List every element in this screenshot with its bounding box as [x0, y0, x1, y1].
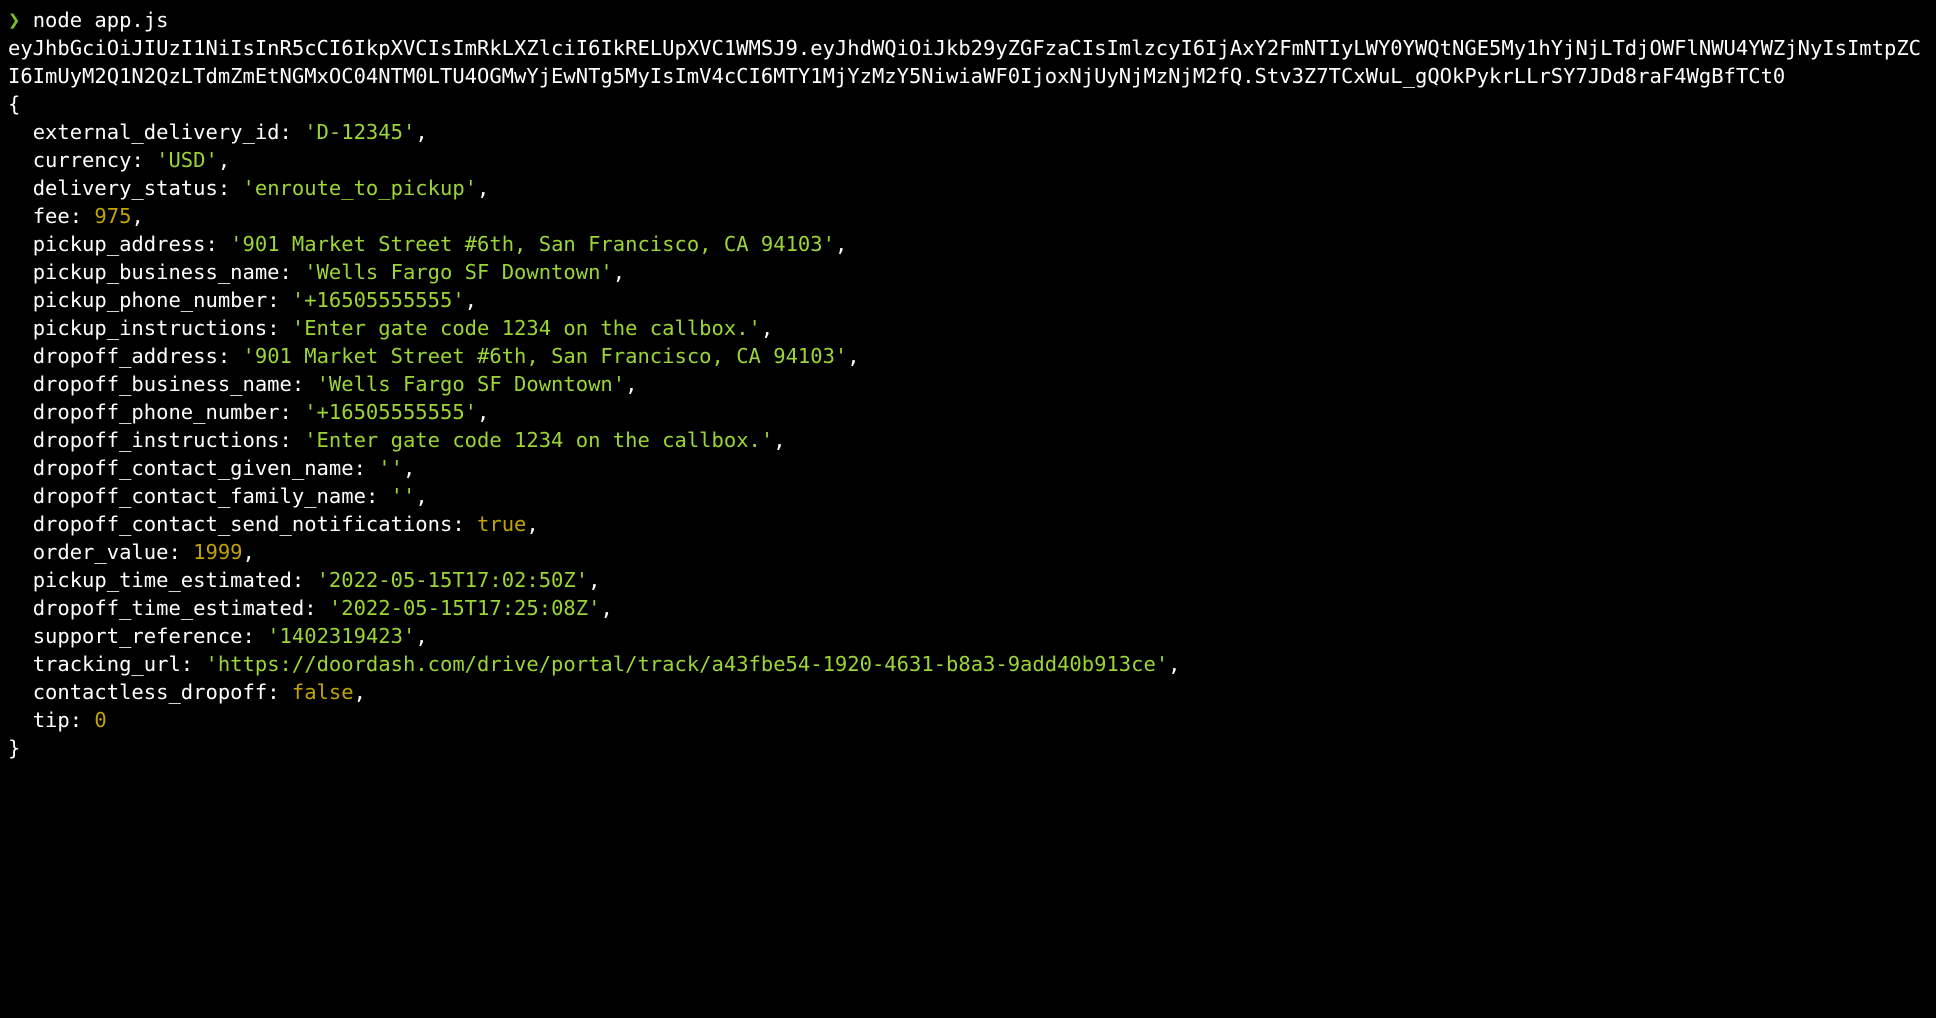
field-key-dropoff_address: dropoff_address [33, 344, 218, 368]
brace-close: } [8, 736, 20, 760]
field-key-currency: currency [33, 148, 132, 172]
field-key-external_delivery_id: external_delivery_id [33, 120, 280, 144]
field-value-pickup_instructions: 'Enter gate code 1234 on the callbox.' [292, 316, 761, 340]
field-value-dropoff_contact_family_name: '' [391, 484, 416, 508]
field-value-dropoff_address: '901 Market Street #6th, San Francisco, … [243, 344, 848, 368]
field-value-pickup_phone_number: '+16505555555' [292, 288, 465, 312]
field-value-external_delivery_id: 'D-12345' [304, 120, 415, 144]
field-key-dropoff_contact_given_name: dropoff_contact_given_name [33, 456, 354, 480]
field-value-pickup_time_estimated: '2022-05-15T17:02:50Z' [317, 568, 589, 592]
field-key-tracking_url: tracking_url [33, 652, 181, 676]
field-value-dropoff_contact_given_name: '' [378, 456, 403, 480]
field-value-dropoff_business_name: 'Wells Fargo SF Downtown' [317, 372, 626, 396]
field-value-tip: 0 [94, 708, 106, 732]
terminal-output[interactable]: ❯ node app.js eyJhbGciOiJIUzI1NiIsInR5cC… [8, 6, 1928, 762]
field-value-dropoff_time_estimated: '2022-05-15T17:25:08Z' [329, 596, 601, 620]
field-value-fee: 975 [94, 204, 131, 228]
field-key-delivery_status: delivery_status [33, 176, 218, 200]
field-key-pickup_instructions: pickup_instructions [33, 316, 268, 340]
field-value-tracking_url: 'https://doordash.com/drive/portal/track… [205, 652, 1168, 676]
field-key-pickup_phone_number: pickup_phone_number [33, 288, 268, 312]
field-value-pickup_address: '901 Market Street #6th, San Francisco, … [230, 232, 835, 256]
field-value-pickup_business_name: 'Wells Fargo SF Downtown' [304, 260, 613, 284]
field-key-dropoff_instructions: dropoff_instructions [33, 428, 280, 452]
field-value-support_reference: '1402319423' [267, 624, 415, 648]
field-value-currency: 'USD' [156, 148, 218, 172]
field-value-dropoff_contact_send_notifications: true [477, 512, 526, 536]
field-value-contactless_dropoff: false [292, 680, 354, 704]
command-text: node app.js [33, 8, 169, 32]
field-value-dropoff_phone_number: '+16505555555' [304, 400, 477, 424]
prompt-symbol: ❯ [8, 8, 20, 32]
field-key-contactless_dropoff: contactless_dropoff [33, 680, 268, 704]
field-key-dropoff_phone_number: dropoff_phone_number [33, 400, 280, 424]
field-key-dropoff_business_name: dropoff_business_name [33, 372, 292, 396]
field-key-dropoff_contact_family_name: dropoff_contact_family_name [33, 484, 366, 508]
field-key-pickup_business_name: pickup_business_name [33, 260, 280, 284]
field-key-tip: tip [33, 708, 70, 732]
brace-open: { [8, 92, 20, 116]
field-value-delivery_status: 'enroute_to_pickup' [243, 176, 478, 200]
field-key-order_value: order_value [33, 540, 169, 564]
field-key-fee: fee [33, 204, 70, 228]
field-key-dropoff_contact_send_notifications: dropoff_contact_send_notifications [33, 512, 453, 536]
field-key-pickup_time_estimated: pickup_time_estimated [33, 568, 292, 592]
field-value-dropoff_instructions: 'Enter gate code 1234 on the callbox.' [304, 428, 773, 452]
field-value-order_value: 1999 [193, 540, 242, 564]
jwt-token: eyJhbGciOiJIUzI1NiIsInR5cCI6IkpXVCIsImRk… [8, 36, 1921, 88]
field-key-pickup_address: pickup_address [33, 232, 206, 256]
field-key-support_reference: support_reference [33, 624, 243, 648]
field-key-dropoff_time_estimated: dropoff_time_estimated [33, 596, 305, 620]
